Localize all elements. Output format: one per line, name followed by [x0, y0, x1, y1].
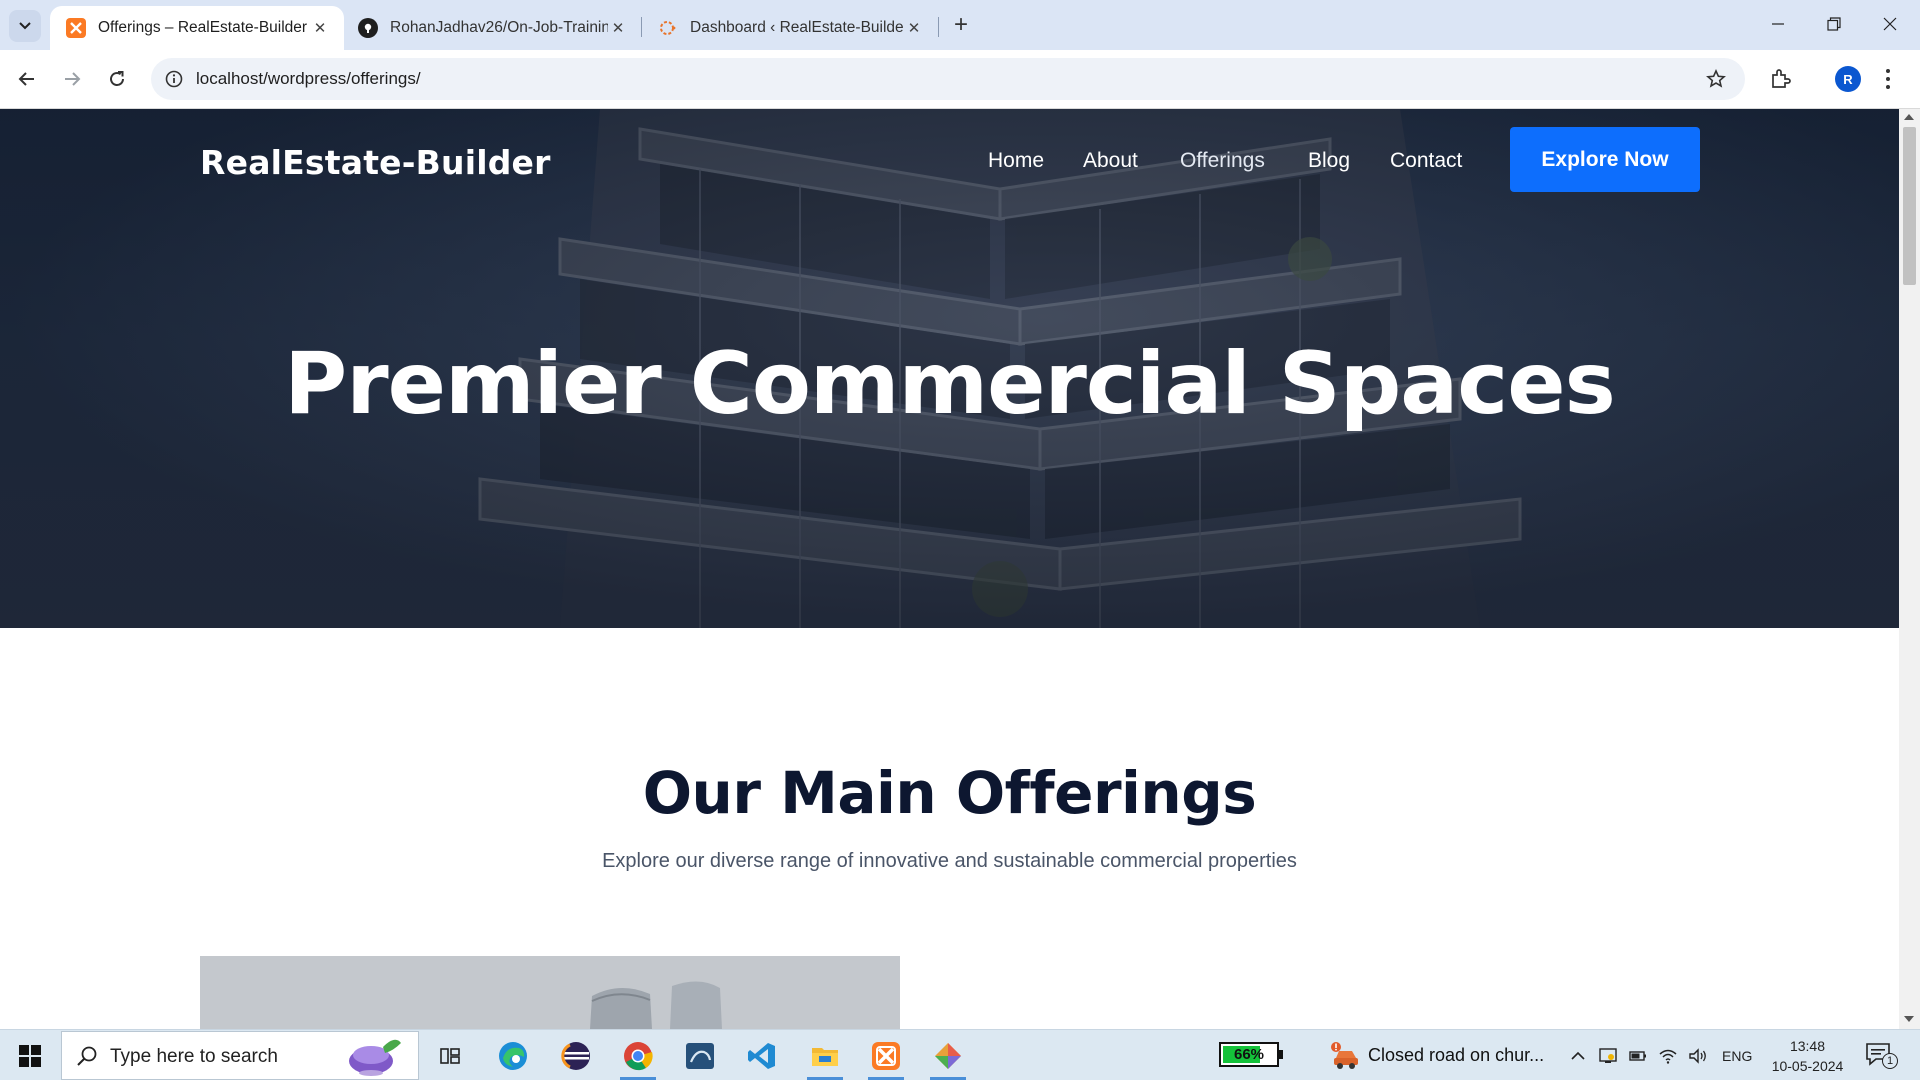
tab-offerings[interactable]: Offerings – RealEstate-Builder ✕ — [50, 6, 344, 50]
offering-image — [200, 956, 900, 1029]
taskbar-git[interactable] — [920, 1030, 976, 1080]
scroll-up-arrow-icon[interactable] — [1904, 114, 1914, 120]
reload-icon — [110, 71, 124, 86]
browser-tab-strip: Offerings – RealEstate-Builder ✕ RohanJa… — [0, 0, 1920, 50]
page-scrollbar[interactable] — [1899, 109, 1920, 1029]
vscode-icon — [748, 1042, 775, 1069]
tab-dashboard[interactable]: Dashboard ‹ RealEstate-Builder ✕ — [642, 6, 938, 50]
hero-title: Premier Commercial Spaces — [284, 334, 1616, 434]
xampp-icon — [872, 1041, 900, 1070]
scroll-down-arrow-icon[interactable] — [1904, 1016, 1914, 1022]
taskbar-file-explorer[interactable] — [797, 1030, 853, 1080]
taskbar-clock[interactable]: 13:48 10-05-2024 — [1770, 1036, 1845, 1076]
page-viewport: RealEstate-Builder Home About Offerings … — [0, 109, 1899, 1029]
section-title: Our Main Offerings — [642, 759, 1257, 827]
taskbar-search[interactable]: Type here to search — [61, 1031, 419, 1080]
tab-title: RohanJadhav26/On-Job-Trainin — [390, 19, 608, 36]
tab-close-icon[interactable]: ✕ — [310, 18, 330, 38]
nav-about[interactable]: About — [1083, 149, 1138, 173]
security-center-icon[interactable] — [1598, 1046, 1618, 1066]
taskbar-eclipse[interactable] — [548, 1030, 604, 1080]
edge-icon — [499, 1041, 527, 1070]
notifications-button[interactable]: 1 — [1864, 1041, 1904, 1071]
taskbar-edge[interactable] — [485, 1030, 541, 1080]
arrow-left-icon — [18, 72, 34, 86]
browser-toolbar: localhost/wordpress/offerings/ R — [0, 50, 1920, 109]
site-info-icon[interactable] — [165, 70, 183, 88]
news-weather-car-icon[interactable] — [1330, 1040, 1362, 1072]
close-icon — [1883, 17, 1897, 31]
tab-search-button[interactable] — [9, 10, 41, 42]
scrollbar-thumb[interactable] — [1903, 127, 1916, 285]
battery-widget[interactable]: 66% — [1219, 1042, 1279, 1067]
extensions-puzzle-icon[interactable] — [1770, 67, 1792, 89]
explore-now-button[interactable]: Explore Now — [1510, 127, 1700, 192]
tab-close-icon[interactable]: ✕ — [904, 18, 924, 38]
battery-tray-icon[interactable] — [1628, 1046, 1648, 1066]
search-icon — [77, 1046, 97, 1066]
minimize-icon — [1772, 23, 1784, 25]
restore-icon — [1827, 17, 1841, 31]
taskbar-xampp[interactable] — [858, 1030, 914, 1080]
tab-close-icon[interactable]: ✕ — [608, 18, 628, 38]
close-window-button[interactable] — [1862, 0, 1918, 48]
chrome-icon — [624, 1041, 653, 1070]
tab-separator — [938, 17, 939, 37]
tab-github[interactable]: RohanJadhav26/On-Job-Trainin ✕ — [342, 6, 642, 50]
windows-taskbar: Type here to search 66% Closed road on c… — [0, 1029, 1920, 1080]
taskbar-mysql-workbench[interactable] — [672, 1030, 728, 1080]
git-icon — [935, 1042, 961, 1069]
xampp-favicon-icon — [66, 18, 86, 38]
profile-avatar[interactable]: R — [1835, 66, 1861, 92]
task-view-icon — [440, 1047, 460, 1064]
tab-title: Dashboard ‹ RealEstate-Builder — [690, 19, 904, 36]
address-bar[interactable]: localhost/wordpress/offerings/ — [151, 58, 1745, 100]
chevron-down-icon — [19, 22, 31, 30]
system-tray: ENG — [1570, 1030, 1752, 1080]
clock-time: 13:48 — [1789, 1038, 1826, 1054]
taskbar-vscode[interactable] — [734, 1030, 790, 1080]
news-ticker[interactable]: Closed road on chur... — [1368, 1045, 1544, 1066]
hero-section: RealEstate-Builder Home About Offerings … — [0, 109, 1899, 628]
search-highlight-bowl-icon — [349, 1039, 401, 1076]
battery-tip — [1279, 1050, 1283, 1059]
forward-button[interactable] — [55, 62, 89, 96]
file-explorer-icon — [812, 1047, 838, 1066]
language-indicator[interactable]: ENG — [1722, 1048, 1752, 1064]
tab-title: Offerings – RealEstate-Builder — [98, 19, 308, 36]
kebab-menu-icon[interactable] — [1885, 68, 1891, 90]
new-tab-button[interactable]: + — [947, 11, 975, 39]
eclipse-icon — [561, 1041, 590, 1070]
volume-icon[interactable] — [1688, 1046, 1708, 1066]
mysql-workbench-icon — [686, 1042, 714, 1069]
arrow-right-icon — [65, 72, 81, 86]
taskbar-chrome[interactable] — [610, 1030, 666, 1080]
github-favicon-icon — [358, 18, 378, 38]
reload-button[interactable] — [100, 62, 134, 96]
site-logo[interactable]: RealEstate-Builder — [200, 143, 551, 182]
task-view-button[interactable] — [422, 1030, 478, 1080]
section-subtitle: Explore our diverse range of innovative … — [602, 850, 1297, 872]
back-button[interactable] — [10, 62, 44, 96]
wifi-icon[interactable] — [1658, 1046, 1678, 1066]
chevron-up-icon[interactable] — [1570, 1048, 1586, 1064]
plus-icon: + — [953, 11, 968, 38]
notification-count: 1 — [1882, 1053, 1898, 1069]
clock-date: 10-05-2024 — [1771, 1058, 1844, 1074]
url-text[interactable]: localhost/wordpress/offerings/ — [196, 69, 421, 89]
bookmark-star-icon[interactable] — [1706, 69, 1726, 89]
nav-offerings[interactable]: Offerings — [1180, 149, 1265, 173]
nav-contact[interactable]: Contact — [1390, 149, 1462, 173]
minimize-button[interactable] — [1750, 0, 1806, 48]
wordpress-favicon-icon — [658, 18, 678, 38]
nav-home[interactable]: Home — [988, 149, 1044, 173]
search-placeholder: Type here to search — [110, 1046, 278, 1067]
battery-percent: 66% — [1233, 1046, 1265, 1063]
nav-blog[interactable]: Blog — [1308, 149, 1350, 173]
restore-button[interactable] — [1806, 0, 1862, 48]
offering-building-image — [200, 956, 900, 1029]
start-button[interactable] — [0, 1030, 60, 1080]
windows-start-icon — [19, 1044, 41, 1067]
